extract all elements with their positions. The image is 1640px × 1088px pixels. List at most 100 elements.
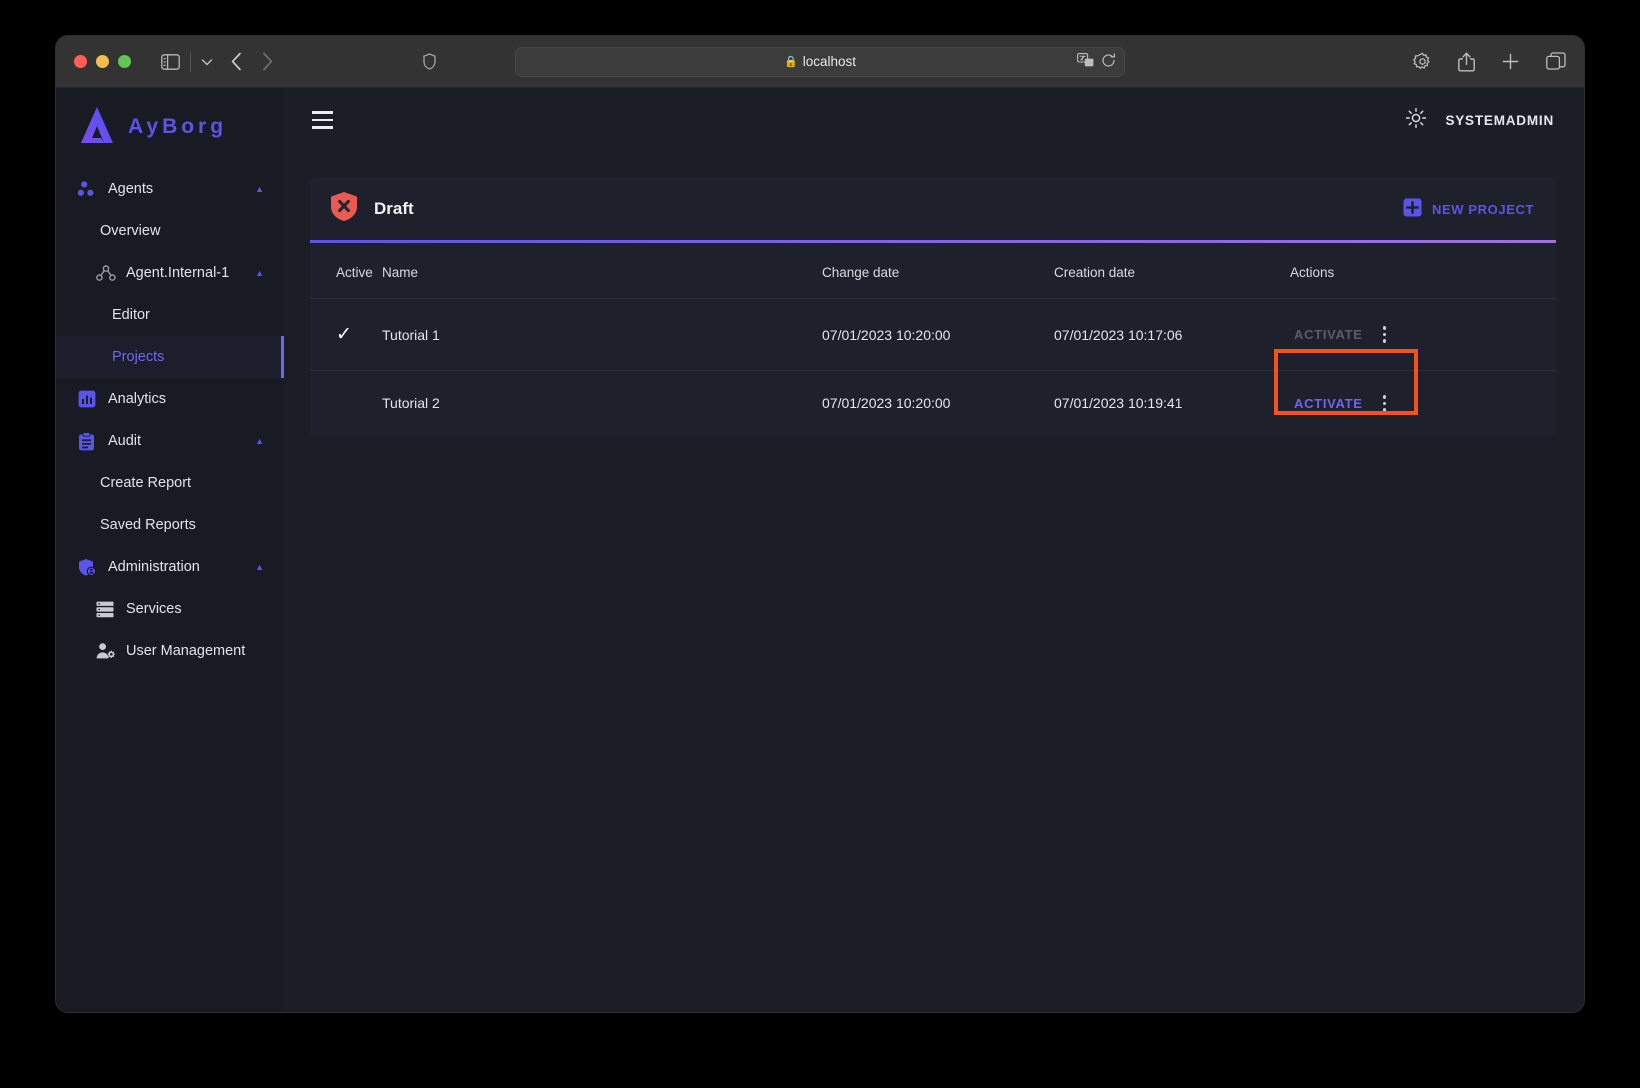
brand-name: AyBorg: [128, 115, 228, 138]
sun-light-mode-icon[interactable]: [1405, 107, 1427, 134]
traffic-lights: [74, 55, 131, 68]
cell-actions: ACTIVATE: [1290, 298, 1556, 371]
tab-overview-icon[interactable]: [1546, 52, 1566, 71]
translate-icon[interactable]: A: [1077, 53, 1094, 70]
activate-button: ACTIVATE: [1294, 327, 1363, 342]
column-header-change-date: Change date: [822, 243, 1054, 299]
tab-overview-chevron-icon[interactable]: [201, 58, 213, 66]
analytics-chart-icon: [78, 390, 104, 408]
cell-name: Tutorial 2: [382, 395, 440, 412]
page-title: Draft: [374, 199, 414, 218]
chevron-up-icon[interactable]: ▲: [255, 268, 264, 278]
sidebar-item-label: Analytics: [108, 391, 167, 407]
sidebar-item-label: Agent.Internal-1: [126, 265, 230, 281]
chevron-up-icon[interactable]: ▲: [255, 436, 264, 446]
shield-x-draft-icon: [330, 191, 358, 227]
gear-icon[interactable]: [1413, 52, 1432, 71]
table-head: Active Name Change date Creation date Ac…: [310, 243, 1556, 299]
sidebar-item-label: Overview: [100, 223, 161, 239]
activate-button[interactable]: ACTIVATE: [1294, 396, 1363, 411]
audit-clipboard-icon: [78, 431, 104, 451]
content-area: SYSTEMADMIN Draft NEW PROJECT Active Nam…: [284, 88, 1584, 1012]
chevron-up-icon[interactable]: ▲: [255, 184, 264, 194]
cell-actions: ACTIVATE: [1274, 349, 1556, 436]
cell-active: ✓: [310, 298, 382, 371]
cell-creation-date: 07/01/2023 10:17:06: [1054, 298, 1290, 371]
app-root: AyBorg Agents ▲ Overview Agent.Internal-…: [56, 88, 1584, 1012]
ayborg-logo-icon: [80, 106, 114, 149]
sidebar-nav: Agents ▲ Overview Agent.Internal-1 ▲ Edi…: [56, 162, 284, 672]
sidebar-item-label: Audit: [108, 433, 142, 449]
sidebar-item-label: User Management: [126, 643, 246, 659]
sidebar-item-overview[interactable]: Overview: [56, 210, 284, 252]
sidebar-item-create-report[interactable]: Create Report: [56, 462, 284, 504]
toolbar-divider: [190, 51, 191, 72]
sidebar-item-editor[interactable]: Editor: [56, 294, 284, 336]
sidebar-item-administration[interactable]: Administration ▲: [56, 546, 284, 588]
sidebar-item-projects[interactable]: Projects: [56, 336, 284, 378]
lock-icon: 🔒: [784, 56, 798, 68]
topbar-right: SYSTEMADMIN: [1405, 107, 1554, 134]
chevron-up-icon[interactable]: ▲: [255, 562, 264, 572]
address-bar-text: localhost: [802, 54, 856, 69]
projects-card: Draft NEW PROJECT Active Name Change dat…: [310, 178, 1556, 436]
sidebar-item-agent-internal-1[interactable]: Agent.Internal-1 ▲: [56, 252, 284, 294]
column-header-creation-date: Creation date: [1054, 243, 1290, 299]
sidebar-item-user-management[interactable]: User Management: [56, 630, 284, 672]
sidebar-toggle-icon[interactable]: [161, 53, 180, 70]
main-content: Draft NEW PROJECT Active Name Change dat…: [284, 152, 1584, 1012]
share-icon[interactable]: [1458, 52, 1475, 72]
sidebar-item-services[interactable]: Services: [56, 588, 284, 630]
maximize-window-button[interactable]: [118, 55, 131, 68]
app-topbar: SYSTEMADMIN: [284, 88, 1584, 152]
plus-box-icon: [1403, 198, 1422, 220]
sidebar-item-audit[interactable]: Audit ▲: [56, 420, 284, 462]
table-row[interactable]: Tutorial 2 07/01/2023 10:20:00 07/01/202…: [310, 349, 1556, 436]
browser-window: 🔒 localhost A AyBorg Agents ▲ Overview A…: [56, 36, 1584, 1012]
new-project-button[interactable]: NEW PROJECT: [1403, 198, 1534, 220]
browser-toolbar: 🔒 localhost A: [56, 36, 1584, 88]
address-bar[interactable]: 🔒 localhost A: [515, 46, 1125, 77]
table-header-row: Active Name Change date Creation date Ac…: [310, 243, 1556, 299]
cell-name: Tutorial 1: [382, 298, 822, 371]
address-bar-actions: A: [1077, 48, 1116, 76]
table-row[interactable]: ✓ Tutorial 1 07/01/2023 10:20:00 07/01/2…: [310, 298, 1556, 371]
kebab-menu-icon[interactable]: [1382, 395, 1387, 412]
svg-text:A: A: [1087, 61, 1091, 67]
cell-change-date: 07/01/2023 10:20:00: [822, 395, 951, 412]
column-header-active: Active: [310, 243, 382, 299]
sidebar-item-label: Administration: [108, 559, 200, 575]
new-tab-plus-icon[interactable]: [1501, 52, 1520, 71]
sidebar-item-label: Saved Reports: [100, 517, 196, 533]
close-window-button[interactable]: [74, 55, 87, 68]
new-project-label: NEW PROJECT: [1432, 201, 1534, 217]
brand[interactable]: AyBorg: [56, 92, 284, 162]
sidebar-item-label: Projects: [112, 349, 165, 365]
navigation-arrows: [231, 52, 273, 71]
table-body: ✓ Tutorial 1 07/01/2023 10:20:00 07/01/2…: [310, 298, 1556, 436]
checkmark-icon: ✓: [336, 324, 352, 345]
sidebar-item-agents[interactable]: Agents ▲: [56, 168, 284, 210]
privacy-shield-icon[interactable]: [423, 53, 436, 70]
cell-change-date: 07/01/2023 10:20:00: [822, 298, 1054, 371]
sidebar-item-analytics[interactable]: Analytics: [56, 378, 284, 420]
projects-table: Active Name Change date Creation date Ac…: [310, 243, 1556, 436]
reload-icon[interactable]: [1101, 52, 1116, 71]
minimize-window-button[interactable]: [96, 55, 109, 68]
toolbar-right-actions: [1413, 52, 1566, 72]
username-label[interactable]: SYSTEMADMIN: [1445, 113, 1554, 128]
services-list-icon: [96, 601, 122, 618]
forward-arrow-icon[interactable]: [262, 52, 273, 71]
card-header: Draft NEW PROJECT: [310, 178, 1556, 240]
admin-shield-user-icon: [78, 558, 104, 577]
sidebar-item-label: Agents: [108, 181, 154, 197]
hamburger-menu-icon[interactable]: [312, 111, 333, 129]
sidebar-item-label: Editor: [112, 307, 150, 323]
column-header-actions: Actions: [1290, 243, 1556, 299]
sidebar-item-label: Services: [126, 601, 182, 617]
sidebar-item-saved-reports[interactable]: Saved Reports: [56, 504, 284, 546]
kebab-menu-icon[interactable]: [1382, 326, 1387, 343]
cell-active: [310, 371, 382, 436]
sidebar: AyBorg Agents ▲ Overview Agent.Internal-…: [56, 88, 284, 1012]
back-arrow-icon[interactable]: [231, 52, 242, 71]
